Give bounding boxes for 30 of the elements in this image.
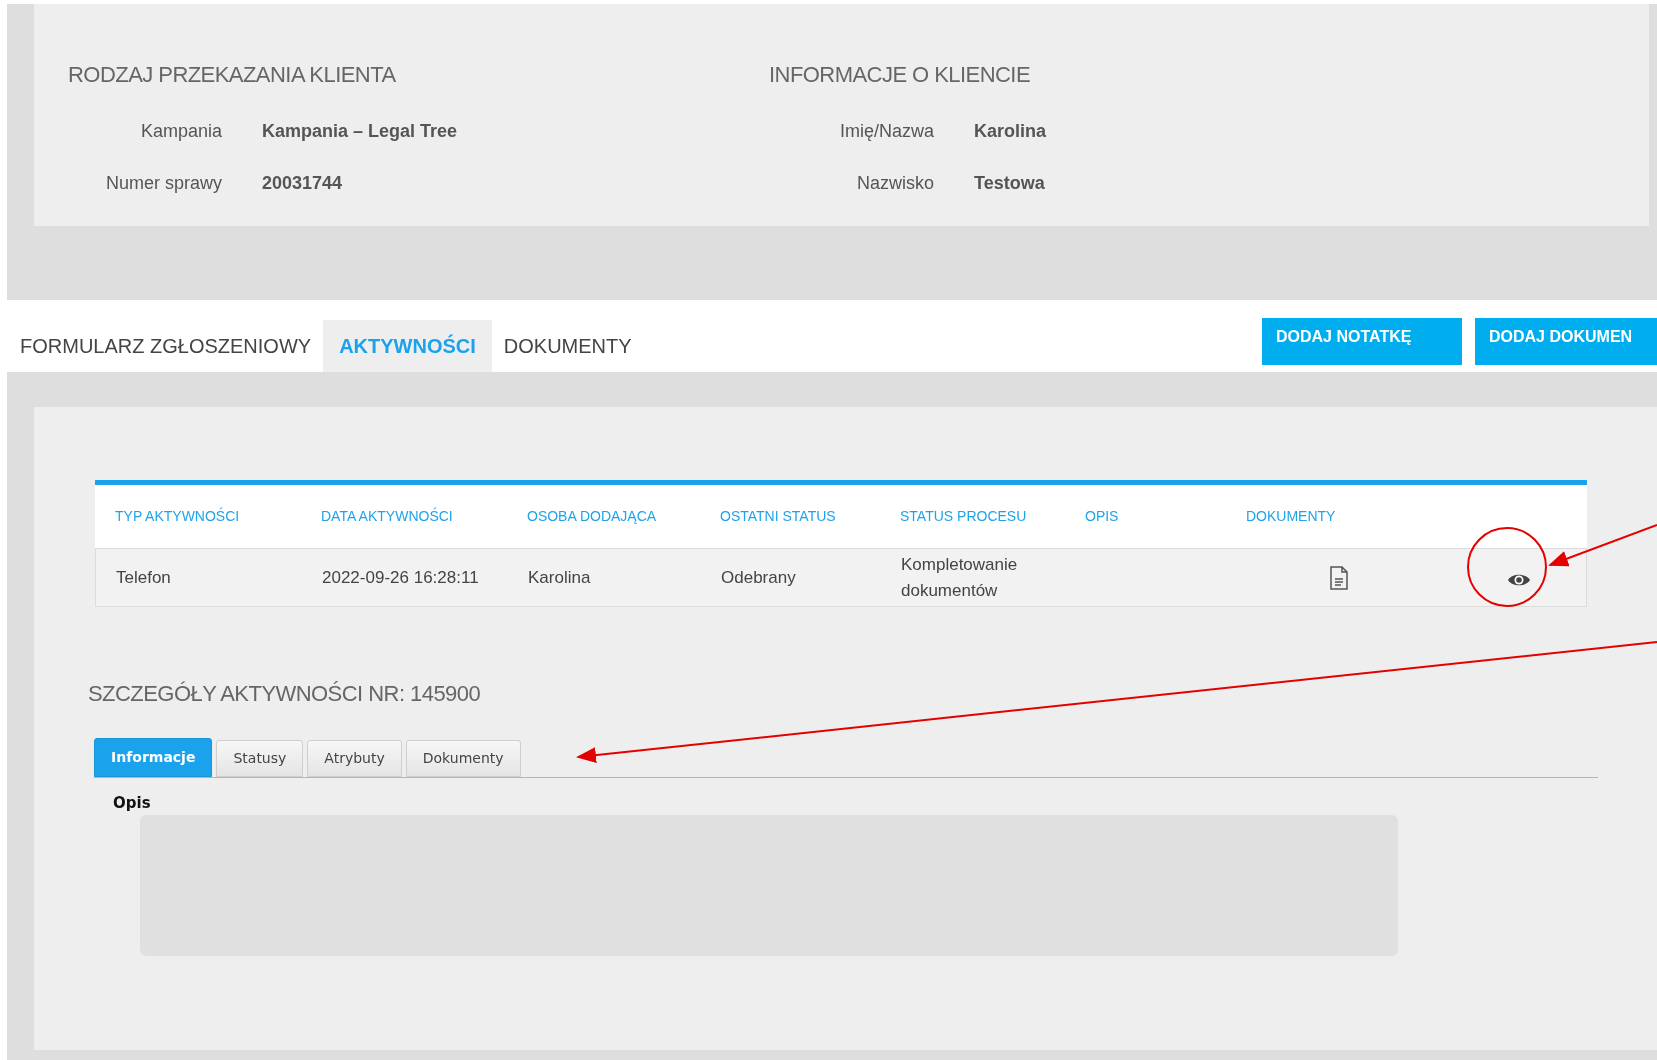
table-cell: Odebrany <box>721 567 796 587</box>
column-header: OSOBA DODAJĄCA <box>527 508 657 524</box>
field-label: Opis <box>113 794 151 812</box>
column-header: TYP AKTYWNOŚCI <box>115 508 240 524</box>
section-heading: SZCZEGÓŁY AKTYWNOŚCI NR: 145900 <box>88 681 481 706</box>
field-value: Testowa <box>974 171 1045 195</box>
column-header: DATA AKTYWNOŚCI <box>321 508 453 524</box>
field-label: Imię/Nazwa <box>838 119 935 143</box>
table-cell: 2022-09-26 16:28:11 <box>322 567 479 587</box>
detail-tab[interactable]: Atrybuty <box>307 740 402 777</box>
column-header: OPIS <box>1085 508 1119 524</box>
column-header: DOKUMENTY <box>1246 508 1336 524</box>
table-cell-text: Kompletowanie dokumentów <box>901 553 1019 602</box>
field-value: Karolina <box>974 119 1047 143</box>
column-header: STATUS PROCESU <box>900 508 1027 524</box>
field-label: Nazwisko <box>855 171 935 195</box>
field-label: Kampania <box>139 119 223 143</box>
section-heading: RODZAJ PRZEKAZANIA KLIENTA <box>68 61 397 89</box>
main-tab[interactable]: FORMULARZ ZGŁOSZENIOWY <box>8 320 324 372</box>
table-row[interactable]: Telefon 2022-09-26 16:28:11 Karolina Odebrany Kompletowanie dokumentów <box>95 548 1587 607</box>
detail-tab[interactable]: Dokumenty <box>405 740 521 777</box>
table-cell: Karolina <box>528 567 591 587</box>
main-tab[interactable]: DOKUMENTY <box>491 320 644 372</box>
column-header: OSTATNI STATUS <box>720 508 836 524</box>
field-value: 20031744 <box>262 171 343 195</box>
section-heading: INFORMACJE O KLIENCIE <box>769 61 1032 89</box>
table-cell: Telefon <box>116 567 171 587</box>
field-value: Kampania – Legal Tree <box>262 119 458 143</box>
detail-tab[interactable]: Statusy <box>216 740 304 777</box>
field-label: Numer sprawy <box>104 171 223 195</box>
